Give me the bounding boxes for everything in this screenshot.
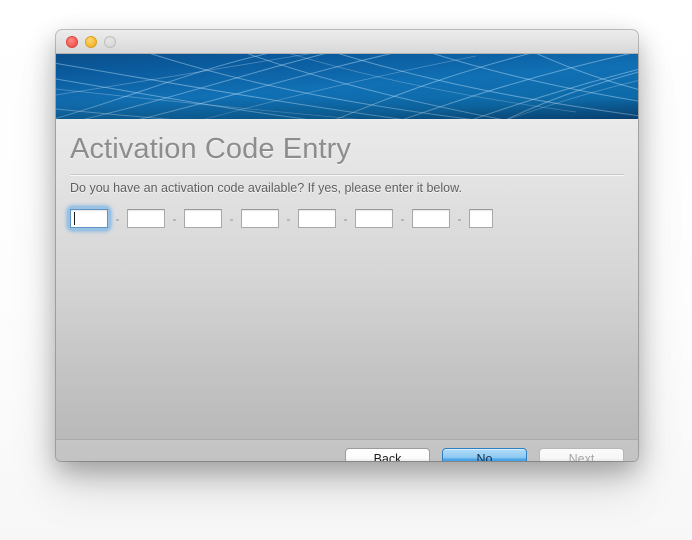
activation-code-segment-1[interactable] (67, 206, 111, 231)
close-window-button[interactable] (66, 36, 78, 48)
no-button[interactable]: No (442, 448, 527, 461)
activation-code-segment-6[interactable] (352, 206, 396, 231)
activation-code-segment-8[interactable] (466, 206, 496, 231)
activation-code-segment-2[interactable] (124, 206, 168, 231)
code-separator-dash: - (286, 211, 291, 226)
window-titlebar[interactable] (56, 30, 638, 54)
activation-code-segment-5[interactable] (295, 206, 339, 231)
activation-code-input-group[interactable]: ------- (67, 206, 496, 231)
code-separator-dash: - (172, 211, 177, 226)
code-separator-dash: - (229, 211, 234, 226)
text-caret (74, 212, 75, 225)
code-separator-dash: - (115, 211, 120, 226)
zoom-window-button (104, 36, 116, 48)
code-separator-dash: - (343, 211, 348, 226)
title-divider (70, 174, 624, 176)
page-title: Activation Code Entry (70, 133, 351, 165)
activation-code-segment-4[interactable] (238, 206, 282, 231)
activation-code-input-8[interactable] (469, 209, 493, 228)
activation-code-input-5[interactable] (298, 209, 336, 228)
wizard-content-pane: Activation Code Entry Do you have an act… (56, 119, 638, 439)
code-separator-dash: - (400, 211, 405, 226)
desktop-background: Activation Code Entry Do you have an act… (0, 0, 692, 540)
prompt-text: Do you have an activation code available… (70, 181, 462, 195)
banner-bottom-shade (56, 97, 638, 119)
activation-code-input-6[interactable] (355, 209, 393, 228)
next-button: Next (539, 448, 624, 461)
wizard-footer-bar: Back No Next (56, 439, 638, 461)
activation-code-segment-7[interactable] (409, 206, 453, 231)
activation-code-input-4[interactable] (241, 209, 279, 228)
header-banner-image (56, 54, 638, 119)
activation-code-input-7[interactable] (412, 209, 450, 228)
installer-window: Activation Code Entry Do you have an act… (56, 30, 638, 461)
back-button[interactable]: Back (345, 448, 430, 461)
activation-code-segment-3[interactable] (181, 206, 225, 231)
activation-code-input-3[interactable] (184, 209, 222, 228)
footer-button-bar: Back No Next (345, 448, 624, 461)
code-separator-dash: - (457, 211, 462, 226)
minimize-window-button[interactable] (85, 36, 97, 48)
activation-code-input-1[interactable] (70, 209, 108, 228)
activation-code-input-2[interactable] (127, 209, 165, 228)
